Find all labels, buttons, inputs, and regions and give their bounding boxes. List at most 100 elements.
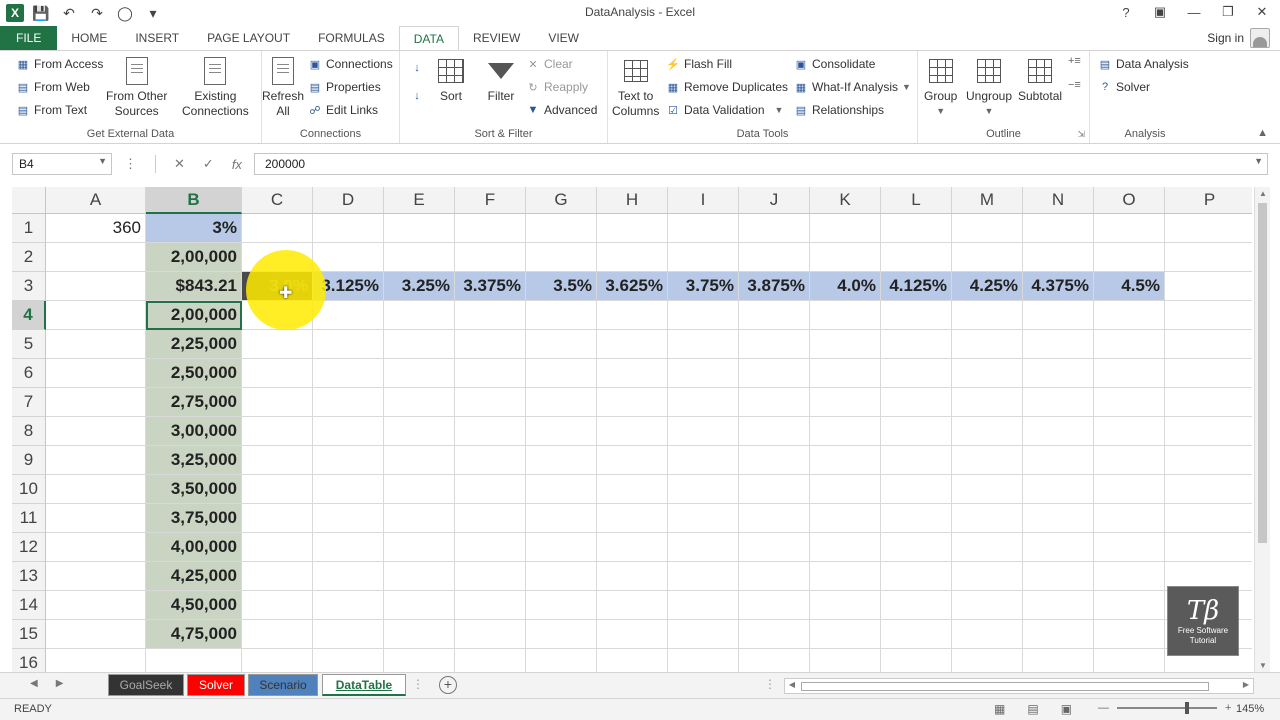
cell-l15[interactable]: [881, 620, 952, 649]
cell-i4[interactable]: [668, 301, 739, 330]
cell-m14[interactable]: [952, 591, 1023, 620]
cell-b15[interactable]: 4,75,000: [146, 620, 242, 649]
cell-j12[interactable]: [739, 533, 810, 562]
select-all-button[interactable]: [12, 187, 46, 214]
cell-k3[interactable]: 4.0%: [810, 272, 881, 301]
cell-c7[interactable]: [242, 388, 313, 417]
cell-g2[interactable]: [526, 243, 597, 272]
cell-i14[interactable]: [668, 591, 739, 620]
scroll-up-icon[interactable]: ▲: [1255, 189, 1271, 198]
row-header-4[interactable]: 4: [12, 301, 46, 330]
cell-j16[interactable]: [739, 649, 810, 672]
cell-e4[interactable]: [384, 301, 455, 330]
cell-n8[interactable]: [1023, 417, 1094, 446]
cell-n6[interactable]: [1023, 359, 1094, 388]
help-icon[interactable]: ?: [1114, 2, 1138, 22]
cell-h4[interactable]: [597, 301, 668, 330]
relationships-button[interactable]: ▤ Relationships: [794, 103, 884, 117]
cell-b2[interactable]: 2,00,000: [146, 243, 242, 272]
next-sheet-icon[interactable]: ▶: [56, 678, 64, 689]
cell-b9[interactable]: 3,25,000: [146, 446, 242, 475]
cell-k13[interactable]: [810, 562, 881, 591]
cell-k15[interactable]: [810, 620, 881, 649]
cell-a5[interactable]: [46, 330, 146, 359]
cell-n3[interactable]: 4.375%: [1023, 272, 1094, 301]
cell-c16[interactable]: [242, 649, 313, 672]
cell-f11[interactable]: [455, 504, 526, 533]
cell-p11[interactable]: [1165, 504, 1252, 533]
cell-d7[interactable]: [313, 388, 384, 417]
sheet-tab-scenario[interactable]: Scenario: [248, 674, 318, 696]
cell-m10[interactable]: [952, 475, 1023, 504]
cancel-icon[interactable]: ✕: [174, 156, 185, 172]
data-validation-button[interactable]: ☑ Data Validation ▼: [666, 103, 783, 117]
group-button[interactable]: Group ▼: [924, 55, 957, 119]
cell-g8[interactable]: [526, 417, 597, 446]
cell-l4[interactable]: [881, 301, 952, 330]
cell-k7[interactable]: [810, 388, 881, 417]
prev-sheet-icon[interactable]: ◀: [30, 678, 38, 689]
cell-d2[interactable]: [313, 243, 384, 272]
cell-d6[interactable]: [313, 359, 384, 388]
column-header-a[interactable]: A: [46, 187, 146, 214]
cell-h2[interactable]: [597, 243, 668, 272]
cell-p5[interactable]: [1165, 330, 1252, 359]
redo-icon[interactable]: ↷: [86, 3, 108, 23]
cell-l8[interactable]: [881, 417, 952, 446]
cell-l6[interactable]: [881, 359, 952, 388]
cell-i11[interactable]: [668, 504, 739, 533]
cell-k2[interactable]: [810, 243, 881, 272]
cell-i7[interactable]: [668, 388, 739, 417]
cell-f8[interactable]: [455, 417, 526, 446]
cell-i10[interactable]: [668, 475, 739, 504]
scroll-thumb[interactable]: [1258, 203, 1267, 543]
cell-h9[interactable]: [597, 446, 668, 475]
cell-m1[interactable]: [952, 214, 1023, 243]
row-header-2[interactable]: 2: [12, 243, 46, 272]
cell-h15[interactable]: [597, 620, 668, 649]
cell-b1[interactable]: 3%: [146, 214, 242, 243]
cell-p3[interactable]: [1165, 272, 1252, 301]
cell-i16[interactable]: [668, 649, 739, 672]
cell-c12[interactable]: [242, 533, 313, 562]
from-access-button[interactable]: ▦ From Access: [16, 57, 104, 71]
solver-button[interactable]: ? Solver: [1098, 80, 1150, 94]
consolidate-button[interactable]: ▣ Consolidate: [794, 57, 876, 71]
cell-c8[interactable]: [242, 417, 313, 446]
cell-c10[interactable]: [242, 475, 313, 504]
cell-g3[interactable]: 3.5%: [526, 272, 597, 301]
cell-n15[interactable]: [1023, 620, 1094, 649]
column-header-d[interactable]: D: [313, 187, 384, 214]
sort-button[interactable]: Sort: [436, 55, 466, 104]
avatar-icon[interactable]: [1250, 28, 1270, 48]
cell-l7[interactable]: [881, 388, 952, 417]
cell-j8[interactable]: [739, 417, 810, 446]
cell-e2[interactable]: [384, 243, 455, 272]
name-box[interactable]: B4 ▼: [12, 153, 112, 175]
cell-m12[interactable]: [952, 533, 1023, 562]
cell-a14[interactable]: [46, 591, 146, 620]
cell-e13[interactable]: [384, 562, 455, 591]
scroll-right-icon[interactable]: ▶: [1239, 680, 1253, 689]
cell-f15[interactable]: [455, 620, 526, 649]
cell-f6[interactable]: [455, 359, 526, 388]
cell-g12[interactable]: [526, 533, 597, 562]
row-header-9[interactable]: 9: [12, 446, 46, 475]
cell-p4[interactable]: [1165, 301, 1252, 330]
zoom-in-icon[interactable]: +: [1225, 702, 1231, 714]
cell-f9[interactable]: [455, 446, 526, 475]
cell-j10[interactable]: [739, 475, 810, 504]
cell-l9[interactable]: [881, 446, 952, 475]
cell-o12[interactable]: [1094, 533, 1165, 562]
connections-button[interactable]: ▣ Connections: [308, 57, 393, 71]
sheet-tab-goalseek[interactable]: GoalSeek: [108, 674, 184, 696]
cell-j6[interactable]: [739, 359, 810, 388]
cell-m8[interactable]: [952, 417, 1023, 446]
advanced-button[interactable]: ▼ Advanced: [526, 103, 598, 117]
cell-j3[interactable]: 3.875%: [739, 272, 810, 301]
cell-i9[interactable]: [668, 446, 739, 475]
column-header-n[interactable]: N: [1023, 187, 1094, 214]
cell-e5[interactable]: [384, 330, 455, 359]
column-header-j[interactable]: J: [739, 187, 810, 214]
cell-k9[interactable]: [810, 446, 881, 475]
